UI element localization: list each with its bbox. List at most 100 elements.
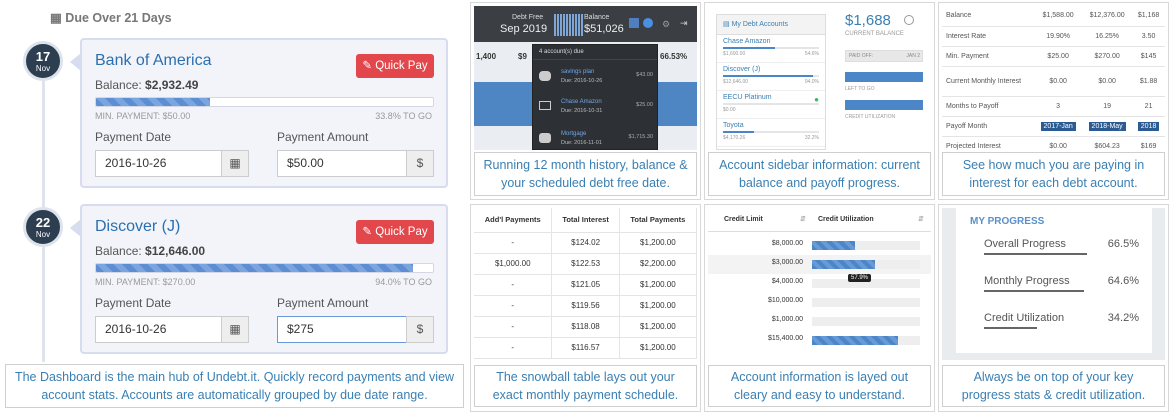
account-row-name: Discover (J)	[723, 66, 761, 73]
accounts-header-label: My Debt Accounts	[731, 21, 788, 28]
dashboard-panel: ▦ Due Over 21 Days 17 Nov Bank of America…	[2, 2, 467, 414]
current-balance: $1,688	[845, 12, 891, 29]
current-balance-label: CURRENT BALANCE	[845, 31, 904, 37]
cell-value: 21	[1132, 96, 1165, 117]
account-name[interactable]: Bank of America	[95, 52, 212, 70]
credit-caption: Account information is layed out cleary a…	[708, 365, 931, 407]
account-row[interactable]: Toyota $4,170.26 32.2%	[717, 119, 825, 147]
group-title: Due Over 21 Days	[65, 11, 172, 25]
account-row-meta: $12,646.00 94.0%	[723, 79, 819, 85]
table-cell: $1,000.00	[474, 253, 553, 275]
notification-icon[interactable]	[643, 18, 653, 28]
payoff-value: JAN 2	[906, 53, 920, 59]
credit-row: $3,000.00	[708, 255, 931, 274]
table-row: - $119.56 $1,200.00	[474, 295, 697, 317]
info-icon[interactable]	[904, 15, 914, 25]
account-row[interactable]: EECU Platinum $0.00 ●	[717, 91, 825, 119]
payment-date-input[interactable]: 2016-10-26	[95, 150, 222, 177]
payment-amount-label: Payment Amount	[277, 296, 369, 310]
payment-amount-input[interactable]: $275	[277, 316, 407, 343]
table-row: - $118.08 $1,200.00	[474, 316, 697, 338]
column-header[interactable]: Add'l Payments	[474, 208, 553, 233]
table-cell: $124.02	[551, 232, 620, 254]
snowball-tile: Add'l Payments Total Interest Total Paymen…	[470, 204, 701, 412]
calendar-icon[interactable]: ▦	[221, 316, 249, 343]
stat-small: 1,400	[476, 52, 497, 61]
sort-icon[interactable]: ⇵	[800, 215, 806, 223]
bell-icon[interactable]	[629, 18, 639, 28]
credit-limit: $8,000.00	[771, 240, 803, 247]
edit-icon: ✎	[362, 226, 372, 238]
table-cell: -	[474, 295, 553, 317]
caption-line: Account information is layed out	[730, 370, 909, 384]
account-row-percent: 94.0%	[804, 79, 819, 85]
column-header[interactable]: Total Payments	[619, 208, 697, 233]
cell-value: $1,168	[1132, 6, 1165, 27]
calendar-icon: ▦	[50, 11, 62, 25]
cell-value: $0.00	[1034, 136, 1083, 150]
group-header: ▦ Due Over 21 Days	[50, 10, 172, 25]
dropdown-header: 4 account(s) due	[533, 45, 657, 60]
account-row-balance: $12,646.00	[723, 79, 749, 85]
table-cell: $1,200.00	[619, 337, 697, 359]
account-rows: Chase Amazon $1,600.00 54.6% Discover (J) $1…	[717, 35, 825, 147]
credit-row: $15,400.00	[708, 331, 931, 350]
credit-card-icon	[539, 101, 551, 110]
account-name[interactable]: Discover (J)	[95, 218, 180, 236]
account-row-meta: $1,600.00 54.6%	[723, 51, 819, 57]
caption-line: progress stats & credit utilization.	[961, 388, 1146, 402]
interest-row: Payoff Month 2017-Jan 2018-May 2018	[942, 116, 1165, 137]
currency-addon: $	[406, 150, 434, 177]
cell-value: 2017-Jan	[1034, 116, 1083, 137]
edit-icon: ✎	[362, 60, 372, 72]
item-amount: $43.00	[636, 72, 653, 78]
dropdown-item[interactable]: Chase Amazon Due: 2016-10-31 $25.00	[539, 97, 653, 119]
dropdown-item[interactable]: Mortgage Due: 2016-11-01 $1,715.30	[539, 129, 653, 150]
logout-icon[interactable]: ⇥	[680, 18, 688, 29]
accounts-due-dropdown[interactable]: 4 account(s) due savings plan Due: 2016-…	[532, 44, 658, 150]
snowball-table: Add'l Payments Total Interest Total Paymen…	[474, 208, 697, 359]
history-caption: Running 12 month history, balance & your …	[474, 152, 697, 196]
account-row[interactable]: Chase Amazon $1,600.00 54.6%	[717, 35, 825, 63]
due-month: Nov	[35, 64, 51, 73]
quick-pay-button[interactable]: ✎ Quick Pay	[356, 54, 434, 78]
cell-value: $169	[1132, 136, 1165, 150]
progress-item: Monthly Progress 64.6%	[984, 275, 1139, 292]
balance-value: $12,646.00	[145, 244, 206, 258]
account-row[interactable]: Discover (J) $12,646.00 94.0%	[717, 63, 825, 91]
cell-value: $25.00	[1034, 46, 1083, 67]
payment-amount-input[interactable]: $50.00	[277, 150, 407, 177]
accounts-header[interactable]: ▤ My Debt Accounts	[717, 15, 825, 35]
cell-value: 3.50	[1132, 26, 1165, 47]
sort-icon[interactable]: ⇵	[918, 215, 924, 223]
credit-header: Credit Limit ⇵ Credit Utilization ⇵	[708, 208, 931, 232]
credit-limit-header[interactable]: Credit Limit	[724, 216, 763, 223]
row-label: Months to Payoff	[942, 96, 1035, 117]
percent-to-go: 33.8% TO GO	[375, 111, 432, 121]
credit-util-header[interactable]: Credit Utilization	[818, 216, 874, 223]
cell-value: 2018-May	[1082, 116, 1133, 137]
account-row-fill	[723, 47, 776, 49]
gear-icon[interactable]: ⚙	[662, 19, 670, 30]
progress-item: Credit Utilization 34.2%	[984, 312, 1139, 329]
calendar-icon[interactable]: ▦	[221, 150, 249, 177]
quick-pay-label: Quick Pay	[375, 60, 428, 72]
caption-line: cleary and easy to understand.	[734, 388, 905, 402]
progress-value: 64.6%	[1107, 275, 1139, 287]
table-row: - $116.57 $1,200.00	[474, 337, 697, 359]
item-name: savings plan	[561, 69, 595, 75]
progress-value: 66.5%	[1107, 238, 1139, 250]
account-row-meta: $4,170.26 32.2%	[723, 135, 819, 141]
quick-pay-button[interactable]: ✎ Quick Pay	[356, 220, 434, 244]
credit-util-label: CREDIT UTILIZATION	[845, 114, 896, 120]
balance: Balance: $2,932.49	[95, 78, 198, 92]
item-name: Mortgage	[561, 131, 587, 137]
column-header[interactable]: Total Interest	[551, 208, 620, 233]
caption-line: Always be on top of your key	[973, 370, 1134, 384]
progress-underline	[984, 327, 1037, 329]
progress-fill	[96, 98, 210, 106]
dropdown-item[interactable]: savings plan Due: 2016-10-26 $43.00	[539, 67, 653, 89]
progress-label: Monthly Progress	[984, 275, 1070, 287]
account-row-fill	[723, 75, 814, 77]
payment-date-input[interactable]: 2016-10-26	[95, 316, 222, 343]
